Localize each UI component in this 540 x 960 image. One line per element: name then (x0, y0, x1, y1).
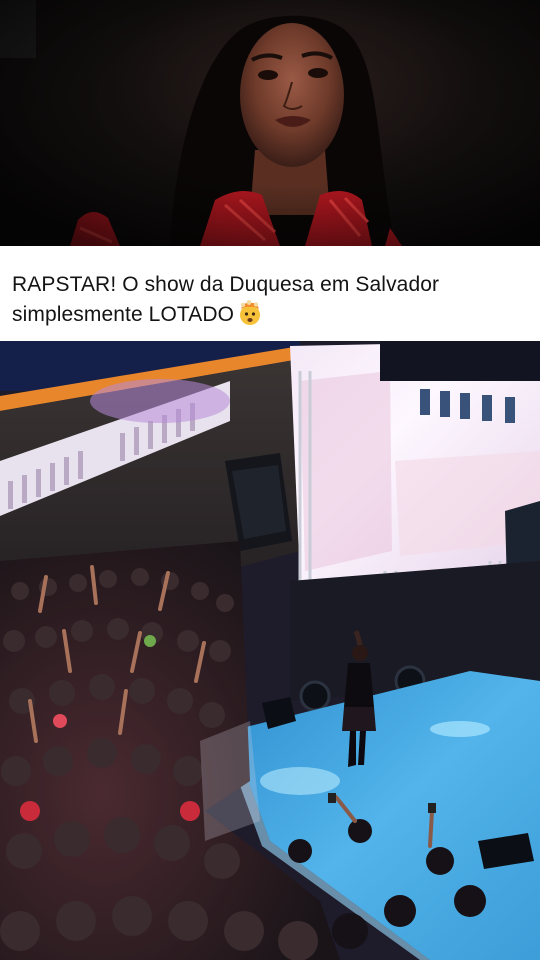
caption-text-content: RAPSTAR! O show da Duquesa em Salvador s… (12, 273, 440, 326)
concert-illustration (0, 341, 540, 960)
caption-text: RAPSTAR! O show da Duquesa em Salvador s… (12, 270, 528, 330)
post-caption: RAPSTAR! O show da Duquesa em Salvador s… (0, 246, 540, 341)
concert-photo (0, 341, 540, 960)
portrait-photo (0, 0, 540, 246)
portrait-illustration (0, 0, 540, 246)
exploding-head-icon (240, 300, 261, 325)
